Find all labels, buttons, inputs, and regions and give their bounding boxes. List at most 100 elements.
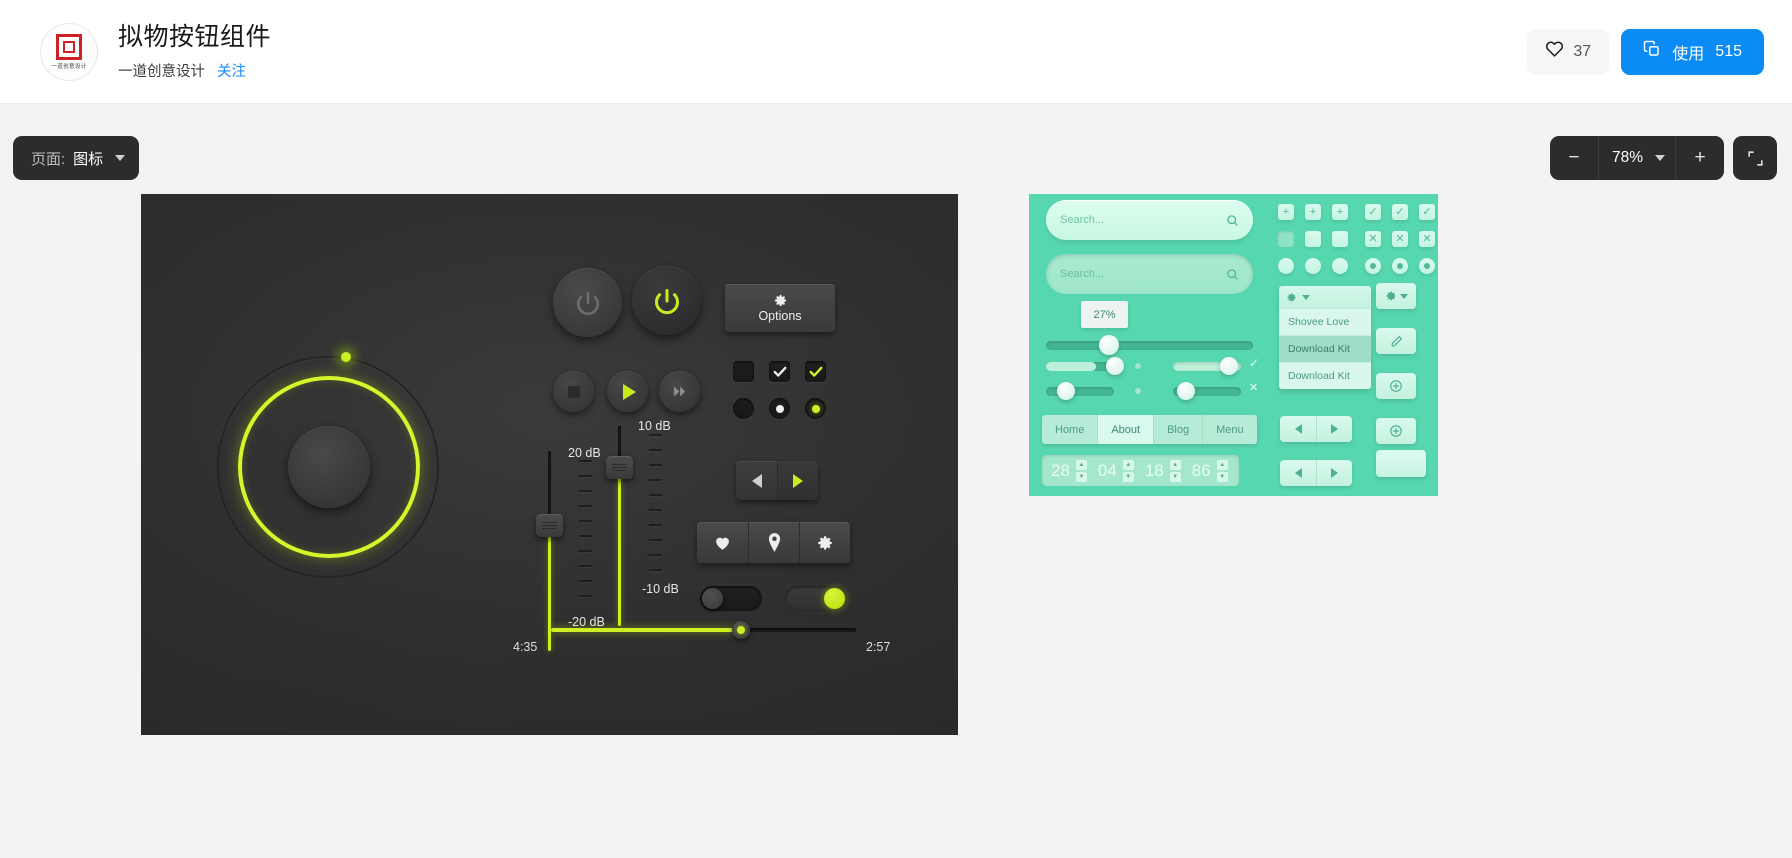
slider-s4-handle[interactable]	[1177, 382, 1195, 400]
tab-blog[interactable]: Blog	[1154, 415, 1204, 444]
slider-s1-track[interactable]	[1046, 362, 1114, 371]
stop-button[interactable]	[553, 371, 594, 412]
location-button[interactable]	[748, 522, 799, 563]
arrow-prev-button[interactable]	[1280, 460, 1316, 486]
play-button[interactable]	[607, 371, 648, 412]
settings-split-button[interactable]	[1376, 283, 1416, 309]
power-button-on[interactable]	[632, 266, 701, 335]
page-selector[interactable]: 页面: 图标	[13, 136, 140, 180]
arrow-next-button[interactable]	[1316, 460, 1352, 486]
stepper-up-1[interactable]: ▲	[1075, 459, 1087, 470]
add-target-button[interactable]	[1376, 373, 1416, 399]
slider-3-label: -10 dB	[642, 582, 679, 596]
tab-home[interactable]: Home	[1042, 415, 1099, 444]
close-button-2[interactable]: ✕	[1392, 231, 1408, 247]
plus-button-1[interactable]: +	[1278, 204, 1294, 220]
stepper-up-2[interactable]: ▲	[1122, 459, 1134, 470]
heart-icon	[1545, 40, 1564, 63]
square-button-1[interactable]	[1278, 231, 1294, 247]
checkbox-checked-white[interactable]	[769, 361, 790, 382]
favorite-button[interactable]	[697, 522, 748, 563]
use-button[interactable]: 使用 515	[1621, 28, 1764, 75]
stepper-down-1[interactable]: ▼	[1075, 471, 1087, 482]
radio-1[interactable]	[1278, 258, 1294, 274]
zoom-out-button[interactable]: −	[1550, 136, 1598, 180]
radio-5[interactable]	[1392, 258, 1408, 274]
checkbox-checked-green[interactable]	[805, 361, 826, 382]
stepper-up-4[interactable]: ▲	[1216, 459, 1228, 470]
zoom-in-button[interactable]: +	[1676, 136, 1724, 180]
dropdown-item[interactable]: Shovee Love	[1279, 308, 1371, 335]
slider-1-handle[interactable]	[536, 514, 563, 537]
radio-2[interactable]	[1305, 258, 1321, 274]
checkbox-1[interactable]: ✓	[1365, 204, 1381, 220]
blank-button[interactable]	[1376, 450, 1426, 477]
toggle-on[interactable]	[785, 586, 847, 611]
power-button-off[interactable]	[553, 268, 622, 337]
add-target-button-2[interactable]	[1376, 418, 1416, 444]
next-button[interactable]	[659, 371, 700, 412]
arrow-prev-button[interactable]	[1280, 416, 1316, 442]
radio-3[interactable]	[1332, 258, 1348, 274]
checkbox-2[interactable]: ✓	[1392, 204, 1408, 220]
radio-selected-green[interactable]	[805, 398, 826, 419]
dropdown-menu[interactable]: Shovee Love Download Kit Download Kit	[1279, 286, 1371, 389]
slider-s3-handle[interactable]	[1057, 382, 1075, 400]
stepper-arrows-4: ▲ ▼	[1216, 459, 1228, 482]
arrow-right-icon	[1331, 468, 1338, 478]
arrow-prev-button[interactable]	[736, 461, 777, 500]
plus-button-3[interactable]: +	[1332, 204, 1348, 220]
dropdown-item[interactable]: Download Kit	[1279, 362, 1371, 389]
close-button-3[interactable]: ✕	[1419, 231, 1435, 247]
radio-4[interactable]	[1365, 258, 1381, 274]
edit-button[interactable]	[1376, 328, 1416, 354]
progress-track[interactable]	[551, 621, 856, 639]
search-icon	[1227, 268, 1238, 280]
radio-6[interactable]	[1419, 258, 1435, 274]
square-button-3[interactable]	[1332, 231, 1348, 247]
fit-screen-button[interactable]	[1733, 136, 1777, 180]
dropdown-item-selected[interactable]: Download Kit	[1279, 335, 1371, 362]
slider-main-handle[interactable]	[1099, 335, 1119, 355]
like-button[interactable]: 37	[1527, 28, 1610, 75]
zoom-controls: − 78% +	[1549, 136, 1777, 180]
options-label: Options	[758, 309, 802, 323]
tab-about[interactable]: About	[1098, 415, 1155, 444]
follow-link[interactable]: 关注	[217, 60, 246, 81]
stepper-down-2[interactable]: ▼	[1122, 471, 1134, 482]
slider-2-handle[interactable]	[606, 456, 633, 479]
chevron-down-icon	[115, 155, 126, 161]
options-button[interactable]: Options	[725, 284, 835, 332]
search-input-inset[interactable]: Search...	[1046, 254, 1253, 294]
square-button-2[interactable]	[1305, 231, 1321, 247]
slider-main-track[interactable]	[1046, 341, 1253, 350]
radio-empty[interactable]	[733, 398, 754, 419]
dropdown-header[interactable]	[1279, 286, 1371, 308]
slider-s1-handle[interactable]	[1106, 357, 1124, 375]
zoom-level-dropdown[interactable]: 78%	[1597, 136, 1676, 180]
stop-icon	[567, 385, 580, 398]
mint-ui-kit-artboard[interactable]: Search... Search... 27% ✓ ✕ + + + ✓ ✓ ✓	[1029, 194, 1438, 496]
slider-s1-dot	[1135, 363, 1141, 369]
knob-center[interactable]	[288, 426, 370, 508]
arrow-next-button[interactable]	[777, 461, 818, 500]
search-input-light[interactable]: Search...	[1046, 200, 1253, 240]
toggle-off[interactable]	[700, 586, 762, 611]
checkbox-empty[interactable]	[733, 361, 754, 382]
settings-button[interactable]	[799, 522, 850, 563]
stepper-down-4[interactable]: ▼	[1216, 471, 1228, 482]
tab-menu[interactable]: Menu	[1203, 415, 1257, 444]
checkbox-3[interactable]: ✓	[1419, 204, 1435, 220]
stepper-down-3[interactable]: ▼	[1169, 471, 1181, 482]
dark-ui-kit-artboard[interactable]: Options 20 dB 10 dB -10 dB -20 dB 4:35 2…	[141, 194, 958, 735]
close-button-1[interactable]: ✕	[1365, 231, 1381, 247]
stepper-up-3[interactable]: ▲	[1169, 459, 1181, 470]
author-row: 一道创意设计 关注	[118, 60, 271, 81]
progress-handle[interactable]	[732, 621, 750, 639]
slider-s2-handle[interactable]	[1220, 357, 1238, 375]
plus-button-2[interactable]: +	[1305, 204, 1321, 220]
arrow-next-button[interactable]	[1316, 416, 1352, 442]
gear-icon	[1287, 292, 1296, 302]
radio-selected-white[interactable]	[769, 398, 790, 419]
design-canvas[interactable]: Options 20 dB 10 dB -10 dB -20 dB 4:35 2…	[0, 192, 1792, 858]
